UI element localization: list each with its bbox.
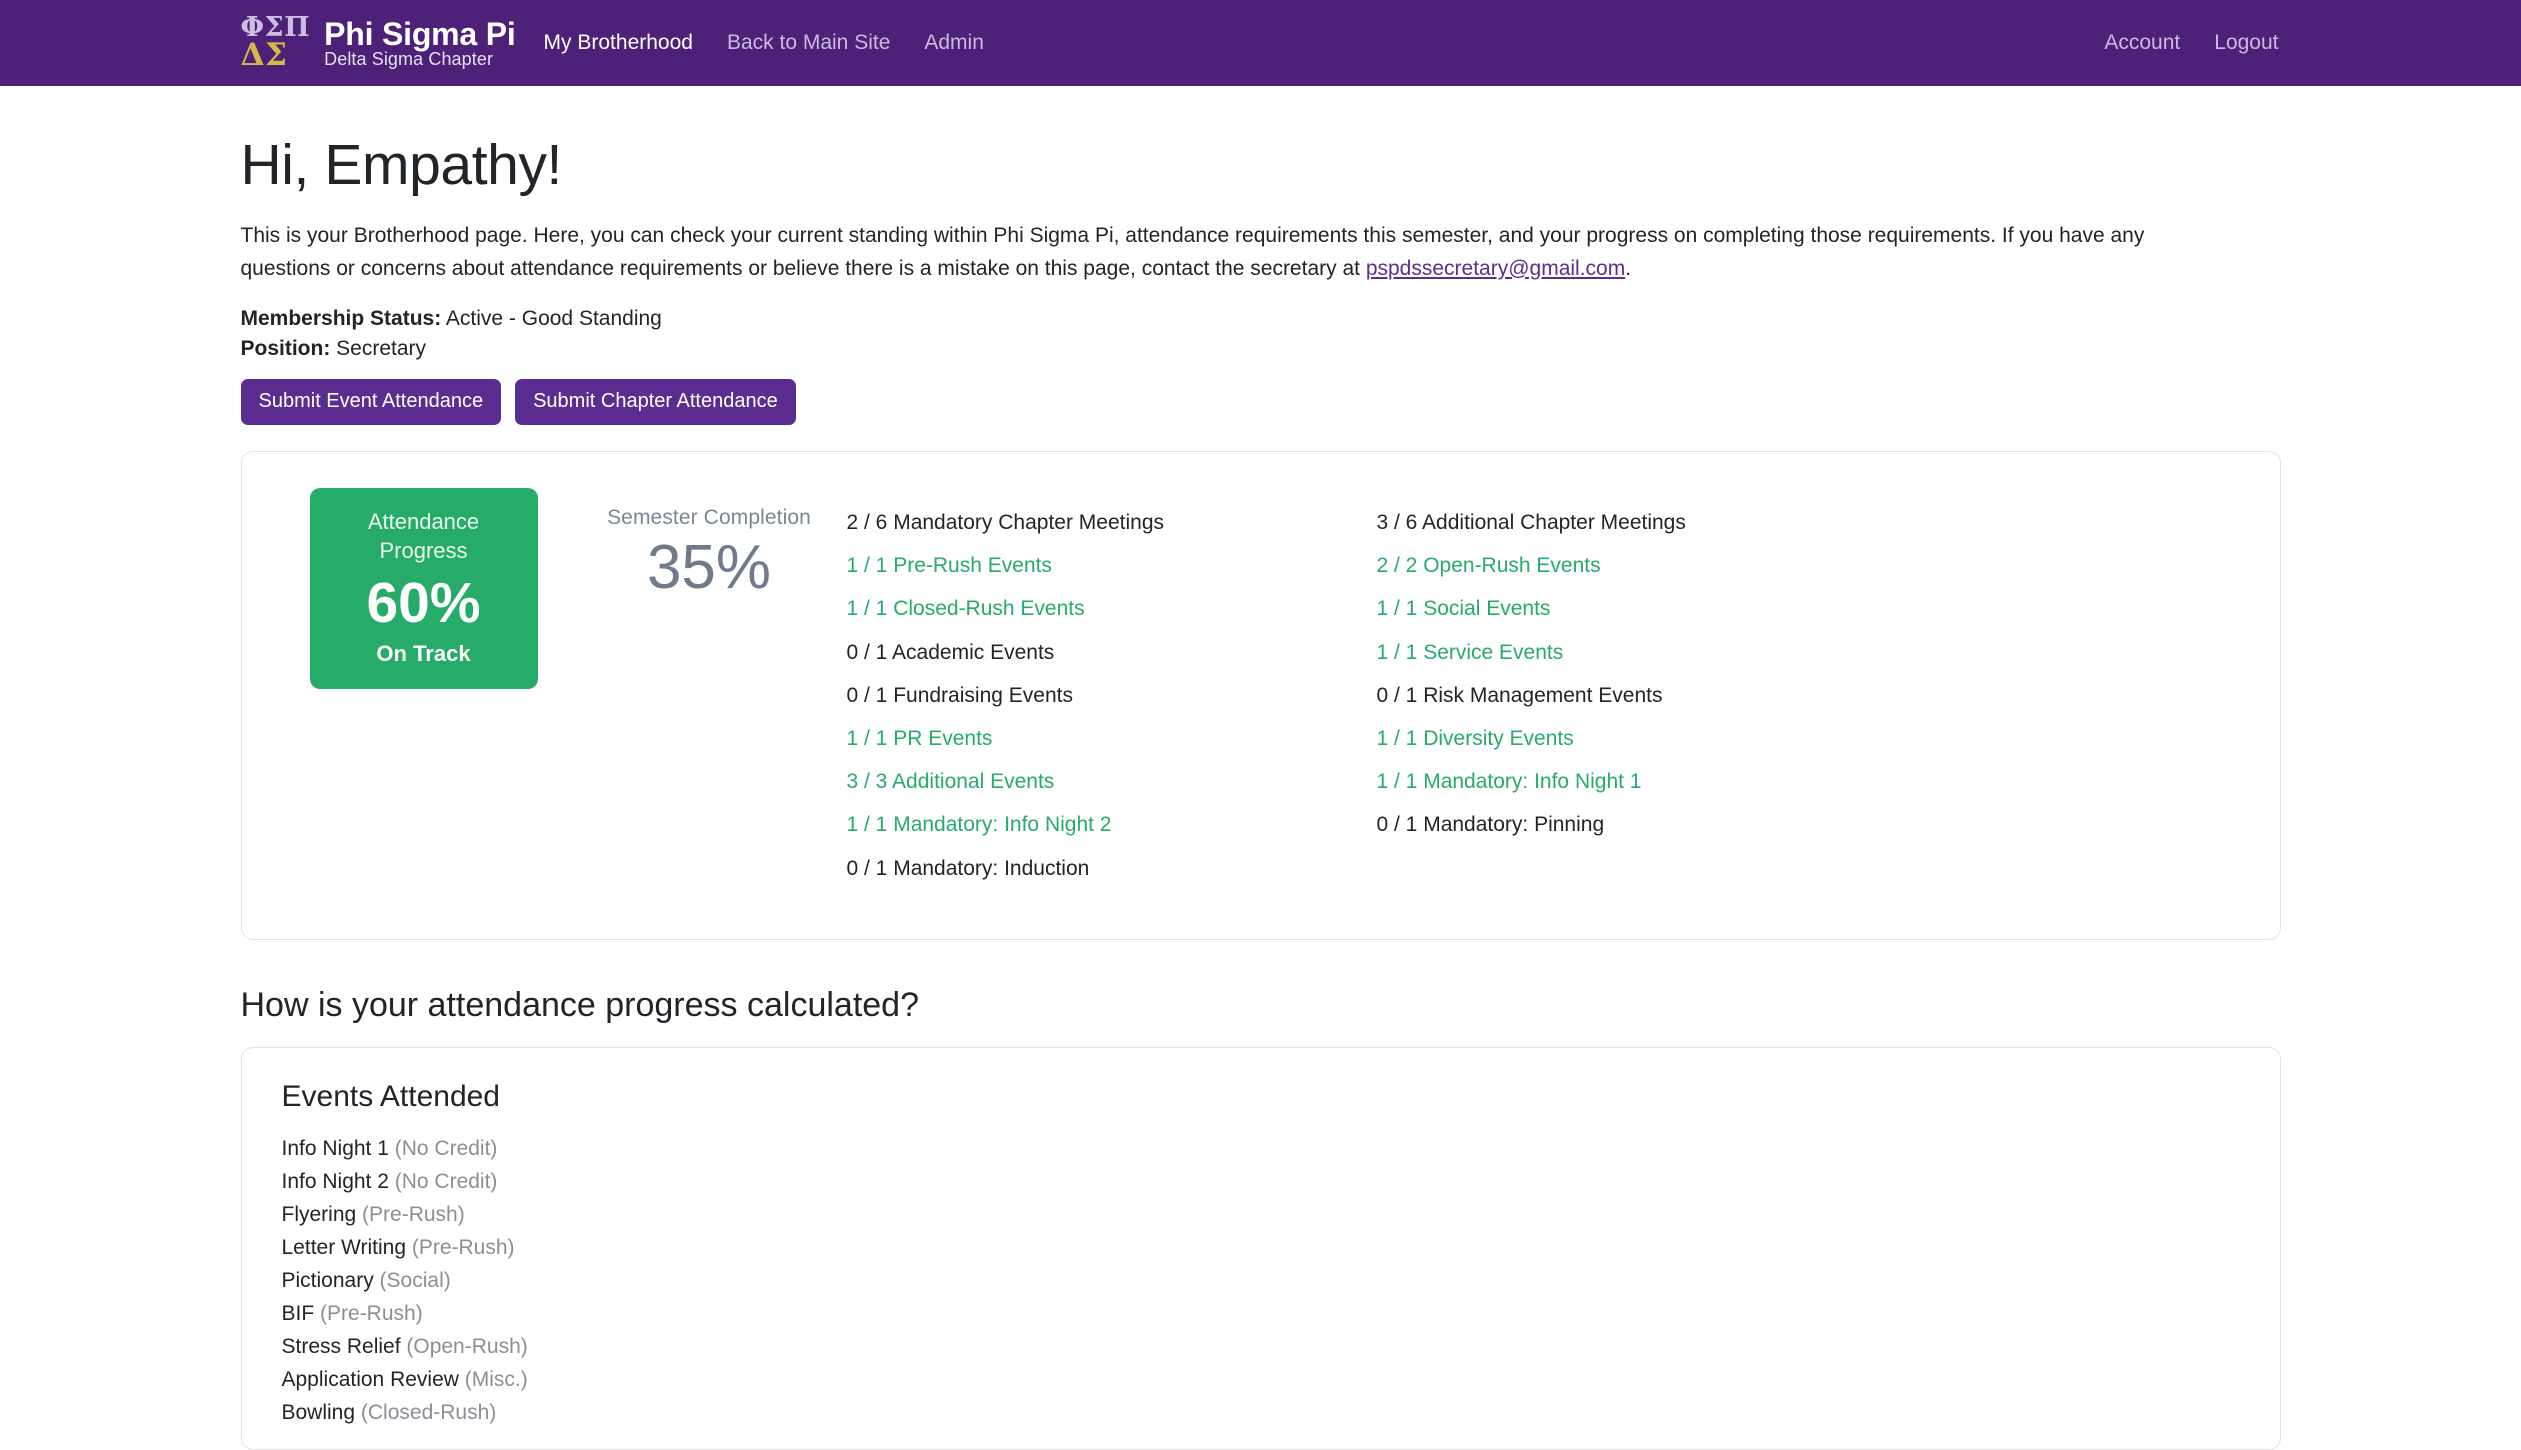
membership-status-value: Active - Good Standing bbox=[445, 307, 662, 331]
nav-link-back-to-main-site[interactable]: Back to Main Site bbox=[725, 27, 892, 59]
event-name: Letter Writing bbox=[281, 1235, 412, 1259]
event-attended-row: Letter Writing (Pre-Rush) bbox=[282, 1231, 2240, 1264]
requirement-item: 1 / 1 Social Events bbox=[1376, 597, 1551, 621]
event-name: Bowling bbox=[281, 1400, 361, 1424]
event-name: Info Night 1 bbox=[281, 1136, 395, 1160]
brand-title: Phi Sigma Pi bbox=[324, 15, 516, 52]
requirement-item: 0 / 1 Fundraising Events bbox=[846, 683, 1073, 707]
requirement-item: 1 / 1 Pre-Rush Events bbox=[846, 554, 1052, 578]
intro-text-part-2: . bbox=[1625, 256, 1632, 280]
requirement-item: 2 / 2 Open-Rush Events bbox=[1376, 554, 1601, 578]
requirement-item: 1 / 1 Mandatory: Info Night 2 bbox=[846, 813, 1112, 837]
attendance-badge-column: Attendance Progress 60% On Track bbox=[282, 488, 572, 689]
event-category: (Social) bbox=[379, 1268, 451, 1292]
semester-completion-column: Semester Completion 35% bbox=[572, 488, 847, 603]
event-attended-row: Flyering (Pre-Rush) bbox=[282, 1198, 2240, 1231]
brand-logo-link[interactable]: ΦΣΠ ΔΣ Phi Sigma Pi Delta Sigma Chapter bbox=[240, 14, 516, 74]
requirements-list-left: 2 / 6 Mandatory Chapter Meetings 1 / 1 Pr… bbox=[847, 510, 1377, 899]
event-name: Info Night 2 bbox=[281, 1169, 395, 1193]
requirement-item: 0 / 1 Mandatory: Pinning bbox=[1376, 813, 1605, 837]
event-category: (Pre-Rush) bbox=[320, 1301, 423, 1325]
event-category: (No Credit) bbox=[394, 1169, 498, 1193]
submit-chapter-attendance-button[interactable]: Submit Chapter Attendance bbox=[515, 379, 796, 426]
page-intro-paragraph: This is your Brotherhood page. Here, you… bbox=[241, 220, 2201, 285]
how-calculated-heading: How is your attendance progress calculat… bbox=[240, 985, 920, 1024]
attendance-badge-title-line2: Progress bbox=[379, 537, 468, 563]
requirement-item: 1 / 1 Diversity Events bbox=[1376, 727, 1574, 751]
greek-letters-bottom: ΔΣ bbox=[240, 37, 288, 74]
secretary-email-link[interactable]: pspdssecretary@gmail.com bbox=[1366, 257, 1625, 280]
attendance-badge-title-line1: Attendance bbox=[367, 509, 480, 535]
event-name: BIF bbox=[281, 1301, 321, 1325]
events-attended-card: Events Attended Info Night 1 (No Credit)… bbox=[240, 1046, 2281, 1450]
attendance-badge-status: On Track bbox=[376, 640, 471, 666]
requirements-column: 2 / 6 Mandatory Chapter Meetings 1 / 1 Pr… bbox=[847, 488, 2240, 899]
action-button-row: Submit Event Attendance Submit Chapter A… bbox=[240, 379, 2281, 426]
membership-status-line: Membership Status: Active - Good Standin… bbox=[241, 307, 2281, 331]
position-label: Position: bbox=[240, 337, 331, 361]
requirements-columns: 2 / 6 Mandatory Chapter Meetings 1 / 1 Pr… bbox=[847, 510, 2240, 899]
event-category: (Open-Rush) bbox=[406, 1334, 528, 1358]
position-value: Secretary bbox=[336, 337, 427, 361]
nav-link-admin[interactable]: Admin bbox=[922, 27, 986, 59]
requirement-item: 1 / 1 Mandatory: Info Night 1 bbox=[1376, 770, 1642, 794]
event-attended-row: Info Night 1 (No Credit) bbox=[282, 1132, 2240, 1165]
semester-completion-percent: 35% bbox=[646, 533, 772, 603]
events-attended-list: Info Night 1 (No Credit) Info Night 2 (No… bbox=[282, 1132, 2240, 1429]
nav-link-logout[interactable]: Logout bbox=[2212, 27, 2280, 59]
event-attended-row: Stress Relief (Open-Rush) bbox=[282, 1330, 2240, 1363]
event-category: (Closed-Rush) bbox=[360, 1400, 497, 1424]
event-attended-row: Pictionary (Social) bbox=[282, 1264, 2240, 1297]
secondary-nav-links: Account Logout bbox=[2102, 27, 2280, 59]
attendance-progress-card: Attendance Progress 60% On Track Semeste… bbox=[240, 451, 2281, 940]
requirement-item: 1 / 1 PR Events bbox=[846, 727, 993, 751]
requirement-item: 3 / 3 Additional Events bbox=[846, 770, 1055, 794]
requirement-item: 0 / 1 Mandatory: Induction bbox=[846, 856, 1090, 880]
event-category: (Pre-Rush) bbox=[411, 1235, 515, 1259]
top-navbar: ΦΣΠ ΔΣ Phi Sigma Pi Delta Sigma Chapter … bbox=[0, 0, 2521, 86]
nav-link-account[interactable]: Account bbox=[2102, 27, 2182, 59]
attendance-progress-badge: Attendance Progress 60% On Track bbox=[309, 488, 538, 689]
event-name: Stress Relief bbox=[281, 1334, 407, 1358]
navbar-inner: ΦΣΠ ΔΣ Phi Sigma Pi Delta Sigma Chapter … bbox=[241, 0, 2281, 86]
position-line: Position: Secretary bbox=[241, 337, 2281, 361]
event-name: Pictionary bbox=[281, 1268, 380, 1292]
event-category: (Pre-Rush) bbox=[362, 1202, 465, 1226]
event-attended-row: Application Review (Misc.) bbox=[282, 1363, 2240, 1396]
semester-completion-label: Semester Completion bbox=[607, 506, 811, 530]
requirement-item: 1 / 1 Closed-Rush Events bbox=[846, 597, 1085, 621]
events-attended-title: Events Attended bbox=[281, 1079, 501, 1113]
attendance-badge-percent: 60% bbox=[366, 571, 481, 636]
membership-status-label: Membership Status: bbox=[240, 307, 442, 331]
event-attended-row: Bowling (Closed-Rush) bbox=[282, 1396, 2240, 1429]
event-category: (No Credit) bbox=[394, 1136, 498, 1160]
page-container: Hi, Empathy! This is your Brotherhood pa… bbox=[240, 86, 2281, 1450]
nav-link-my-brotherhood[interactable]: My Brotherhood bbox=[542, 27, 695, 59]
event-name: Application Review bbox=[281, 1367, 465, 1391]
requirement-item: 0 / 1 Risk Management Events bbox=[1376, 683, 1663, 707]
requirement-item: 3 / 6 Additional Chapter Meetings bbox=[1376, 511, 1686, 535]
progress-grid: Attendance Progress 60% On Track Semeste… bbox=[282, 488, 2240, 899]
submit-event-attendance-button[interactable]: Submit Event Attendance bbox=[240, 379, 502, 426]
event-attended-row: Info Night 2 (No Credit) bbox=[282, 1165, 2240, 1198]
event-name: Flyering bbox=[281, 1202, 363, 1226]
brand-text: Phi Sigma Pi Delta Sigma Chapter bbox=[324, 15, 516, 70]
requirements-list-right: 3 / 6 Additional Chapter Meetings 2 / 2 O… bbox=[1377, 510, 1907, 899]
greek-letters-logo-icon: ΦΣΠ ΔΣ bbox=[240, 14, 311, 74]
primary-nav-links: My Brotherhood Back to Main Site Admin bbox=[542, 27, 986, 59]
event-attended-row: BIF (Pre-Rush) bbox=[282, 1297, 2240, 1330]
intro-text-part-1: This is your Brotherhood page. Here, you… bbox=[240, 224, 2145, 280]
page-title: Hi, Empathy! bbox=[240, 133, 563, 197]
requirement-item: 0 / 1 Academic Events bbox=[846, 640, 1055, 664]
event-category: (Misc.) bbox=[464, 1367, 528, 1391]
brand-subtitle: Delta Sigma Chapter bbox=[324, 49, 494, 70]
requirement-item: 2 / 6 Mandatory Chapter Meetings bbox=[846, 511, 1165, 535]
requirement-item: 1 / 1 Service Events bbox=[1376, 640, 1564, 664]
